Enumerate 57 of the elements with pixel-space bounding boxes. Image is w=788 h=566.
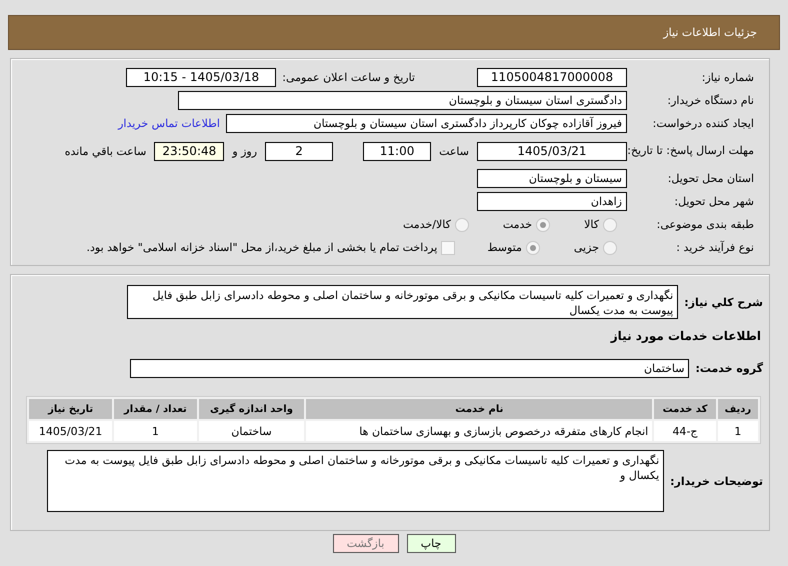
field-label: ساعت باقي مانده (64, 144, 146, 158)
field-label: شماره نیاز: (700, 70, 755, 84)
field-label: مهلت ارسال پاسخ: تا تاریخ: (627, 144, 755, 158)
radio-button[interactable] (603, 218, 617, 232)
text-field[interactable]: 1405/03/21 (477, 142, 627, 160)
radio-button[interactable] (454, 218, 469, 232)
table-cell: انجام کارهای متفرقه درخصوص بازسازی و بهسازی ساختمان ها (306, 421, 652, 441)
field-label: کالا (584, 218, 599, 231)
text-field[interactable]: 1405/03/18 - 10:15 (126, 68, 276, 87)
column-header: واحد اندازه گیری (198, 399, 304, 419)
print-button[interactable]: چاپ (406, 534, 456, 553)
table-cell: 1405/03/21 (29, 421, 112, 441)
text-field[interactable]: 11:00 (363, 142, 432, 160)
text-field[interactable]: 1105004817000008 (477, 68, 627, 87)
text-field[interactable]: 2 (265, 142, 334, 160)
field-label: گروه خدمت: (694, 362, 764, 375)
table-cell: ج-44 (654, 421, 716, 441)
notes-field[interactable]: نگهداری و تعمیرات کلیه تاسیسات مکانیکی و برقی موتورخانه و ساختمان اصلی و محوطه دادسرای زابل طبق فایل پیوست به مدت یکسال و (47, 450, 664, 512)
table-cell: ساختمان (198, 421, 304, 441)
page-title: جزئیات اطلاعات نیاز (663, 26, 757, 39)
column-header: نام خدمت (306, 399, 652, 419)
text-field[interactable]: فیروز آقازاده چوکان کارپرداز دادگستری استان سیستان و بلوچستان (226, 114, 627, 133)
field-label: جزیی (574, 241, 599, 254)
back-button[interactable]: بازگشت (332, 534, 398, 553)
contact-link[interactable]: اطلاعات تماس خریدار (118, 117, 220, 130)
column-header: کد خدمت (654, 399, 716, 419)
column-header: تاریخ نیاز (29, 399, 112, 419)
text-field[interactable]: سیستان و بلوچستان (477, 169, 627, 188)
field-label: روز و (232, 144, 258, 158)
table-cell: 1 (114, 421, 197, 441)
text-field[interactable]: دادگستری استان سیستان و بلوچستان (178, 91, 627, 110)
column-header: تعداد / مقدار (114, 399, 197, 419)
field-label: کالا/خدمت (403, 218, 451, 231)
field-label: طبقه بندی موضوعی: (656, 218, 755, 232)
field-label: پرداخت تمام یا بخشی از مبلغ خرید،از محل "اسناد خزانه اسلامی" خواهد بود. (86, 241, 438, 254)
checkbox[interactable] (441, 240, 456, 254)
field-label: تاریخ و ساعت اعلان عمومی: (282, 71, 415, 84)
field-label: توضیحات خریدار: (669, 474, 764, 488)
text-field[interactable]: ساختمان (130, 359, 690, 378)
table-cell: 1 (718, 421, 758, 441)
text-field[interactable]: 23:50:48 (154, 142, 224, 160)
radio-button[interactable] (603, 240, 617, 254)
field-label: خدمت (502, 218, 532, 231)
field-label: شهر محل تحویل: (673, 194, 755, 208)
column-header: ردیف (718, 399, 758, 419)
field-label: استان محل تحویل: (666, 172, 755, 186)
field-label: ایجاد کننده درخواست: (652, 116, 755, 130)
description-field[interactable]: نگهداری و تعمیرات کلیه تاسیسات مکانیکی و برقی موتورخانه و ساختمان اصلی و محوطه دادسرای زابل طبق فایل پیوست به مدت یکسال (127, 285, 678, 319)
field-label: ساعت (439, 144, 469, 158)
radio-button[interactable] (526, 240, 540, 254)
radio-button[interactable] (536, 218, 550, 232)
section-title: اطلاعات خدمات مورد نیاز (609, 329, 761, 343)
field-label: نام دستگاه خریدار: (666, 94, 755, 108)
field-label: متوسط (487, 241, 522, 254)
field-label: شرح کلي نياز: (683, 296, 764, 308)
text-field[interactable]: زاهدان (477, 192, 627, 211)
field-label: نوع فرآیند خرید : (675, 240, 755, 254)
